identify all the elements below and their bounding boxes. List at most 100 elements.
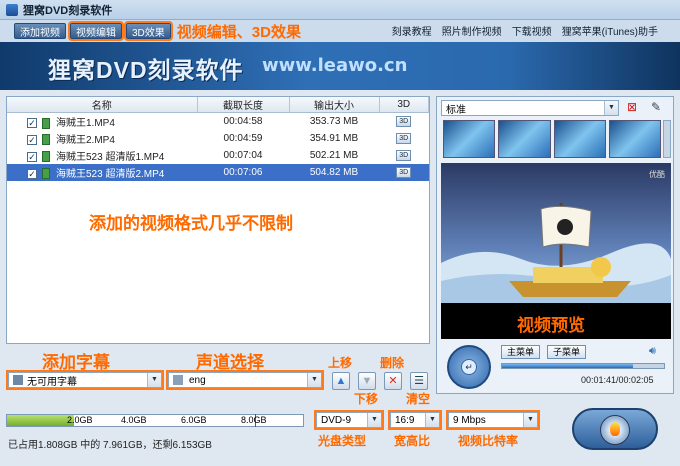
- checkbox[interactable]: ✓: [27, 118, 37, 129]
- menu-thumbnail[interactable]: [498, 120, 551, 158]
- bitrate-select[interactable]: 9 Mbps ▼: [446, 410, 540, 430]
- disc-type-select[interactable]: DVD-9 ▼: [314, 410, 384, 430]
- sub-menu-button[interactable]: 子菜单: [547, 345, 587, 359]
- video-edit-button[interactable]: 视频编辑: [68, 21, 124, 41]
- 3d-effect-button[interactable]: 3D效果: [124, 21, 173, 41]
- cell-duration: 00:07:04: [223, 149, 263, 161]
- move-up-button[interactable]: ▲: [332, 372, 350, 390]
- seek-progress: [502, 364, 634, 368]
- file-list-panel: 名称 截取长度 输出大小 3D ✓ 海贼王1.MP4 00:04:58 353.73 …: [6, 96, 430, 344]
- 3d-toggle-icon[interactable]: 3D: [396, 133, 412, 144]
- file-icon: [42, 151, 50, 163]
- cell-duration: 00:04:59: [223, 132, 263, 144]
- banner: 狸窝DVD刻录软件 www.leawo.cn: [0, 42, 680, 90]
- file-icon: [42, 117, 50, 129]
- thumbnail-scrollbar[interactable]: [663, 120, 671, 158]
- cell-duration: 00:07:06: [197, 163, 289, 181]
- clear-label: 清空: [406, 392, 431, 406]
- cell-size: 354.91 MB: [309, 132, 359, 144]
- disk-tick: 6.0GB: [181, 415, 207, 425]
- col-duration[interactable]: 截取长度: [197, 97, 290, 113]
- file-table: 名称 截取长度 输出大小 3D ✓ 海贼王1.MP4 00:04:58 353.73 …: [7, 97, 429, 181]
- link-photo-video[interactable]: 照片制作视频: [442, 23, 502, 38]
- 3d-toggle-icon[interactable]: 3D: [396, 116, 412, 128]
- file-name: 海贼王523 超清版2.MP4: [56, 168, 165, 180]
- audio-select[interactable]: eng ▼: [166, 370, 324, 390]
- burn-button[interactable]: [572, 408, 658, 450]
- chevron-down-icon: ▼: [523, 413, 537, 427]
- chevron-down-icon: ▼: [147, 373, 161, 387]
- cell-3d: 3D: [379, 113, 429, 130]
- delete-template-icon[interactable]: ⊠: [627, 100, 637, 114]
- menu-thumbnail[interactable]: [443, 120, 496, 158]
- subtitle-icon: [13, 375, 23, 385]
- cell-name: ✓ 海贼王523 超清版2.MP4: [7, 163, 197, 181]
- move-up-label: 上移: [328, 356, 353, 370]
- disk-usage-fill: [7, 415, 75, 426]
- file-icon: [42, 168, 50, 180]
- checkbox[interactable]: ✓: [27, 134, 37, 145]
- menu-thumbnails: [443, 120, 661, 158]
- volume-icon[interactable]: 🔊︎: [649, 345, 656, 358]
- add-video-button[interactable]: 添加视频: [14, 23, 66, 39]
- preview-panel: 标准 ▼ ⊠ ✎ 优酷 视频预览 ↵ 主菜单 子菜单 🔊︎ 00:01:41/0…: [436, 96, 674, 394]
- bitrate-label: 视频比特率: [458, 434, 519, 448]
- audio-icon: [173, 375, 183, 385]
- main-menu-button[interactable]: 主菜单: [501, 345, 541, 359]
- cell-size: 504.82 MB: [289, 163, 379, 181]
- toolbar-annotation: 视频编辑、3D效果: [176, 23, 301, 41]
- cell-size: 353.73 MB: [309, 115, 359, 127]
- file-name: 海贼王2.MP4: [56, 134, 115, 146]
- flame-icon: [610, 422, 620, 436]
- clear-button[interactable]: ☰: [410, 372, 428, 390]
- title-bar: 狸窝DVD刻录软件: [0, 0, 680, 20]
- template-select[interactable]: 标准 ▼: [441, 100, 619, 116]
- enter-icon[interactable]: ↵: [461, 359, 477, 375]
- checkbox[interactable]: ✓: [27, 168, 37, 179]
- edit-template-icon[interactable]: ✎: [651, 100, 661, 114]
- move-down-button[interactable]: ▼: [358, 372, 376, 390]
- cell-3d: 3D: [379, 130, 429, 147]
- delete-button[interactable]: ✕: [384, 372, 402, 390]
- disc-type-value: DVD-9: [321, 414, 352, 426]
- subtitle-annotation: 添加字幕: [42, 353, 110, 372]
- 3d-toggle-icon[interactable]: 3D: [396, 167, 412, 178]
- cell-3d: 3D: [379, 147, 429, 164]
- video-preview[interactable]: 优酷 视频预览: [441, 163, 671, 339]
- checkbox[interactable]: ✓: [27, 151, 37, 162]
- disk-tick: 2.0GB: [67, 415, 93, 425]
- cell-name: ✓ 海贼王1.MP4: [7, 113, 197, 130]
- bitrate-value: 9 Mbps: [453, 414, 486, 426]
- template-value: 标准: [446, 104, 466, 116]
- col-size[interactable]: 输出大小: [289, 97, 380, 113]
- navigation-pad[interactable]: ↵: [447, 345, 491, 389]
- file-icon: [42, 134, 50, 146]
- seek-bar[interactable]: [501, 363, 665, 369]
- menu-thumbnail[interactable]: [553, 120, 606, 158]
- table-row[interactable]: ✓ 海贼王523 超清版2.MP4 00:07:06 504.82 MB 3D: [7, 163, 429, 181]
- subtitle-select[interactable]: 无可用字幕 ▼: [6, 370, 164, 390]
- disk-tick: 4.0GB: [121, 415, 147, 425]
- aspect-ratio-select[interactable]: 16:9 ▼: [388, 410, 442, 430]
- subtitle-value: 无可用字幕: [27, 376, 77, 388]
- cell-name: ✓ 海贼王523 超清版1.MP4: [7, 147, 197, 164]
- disk-tick: 8.0GB: [241, 415, 267, 425]
- link-burn-tutorial[interactable]: 刻录教程: [392, 23, 432, 38]
- col-name[interactable]: 名称: [7, 97, 198, 113]
- 3d-toggle-icon[interactable]: 3D: [396, 150, 412, 161]
- table-row[interactable]: ✓ 海贼王1.MP4 00:04:58 353.73 MB 3D: [7, 113, 429, 130]
- table-row[interactable]: ✓ 海贼王2.MP4 00:04:59 354.91 MB 3D: [7, 130, 429, 147]
- chevron-down-icon: ▼: [425, 413, 439, 427]
- link-download-video[interactable]: 下载视频: [512, 23, 552, 38]
- chevron-down-icon: ▼: [367, 413, 381, 427]
- col-3d[interactable]: 3D: [379, 97, 429, 113]
- table-row[interactable]: ✓ 海贼王523 超清版1.MP4 00:07:04 502.21 MB 3D: [7, 147, 429, 164]
- menu-thumbnail[interactable]: [608, 120, 661, 158]
- cell-duration: 00:04:58: [223, 115, 263, 127]
- disk-usage-bar: 2.0GB 4.0GB 6.0GB 8.0GB: [6, 414, 304, 427]
- chevron-down-icon: ▼: [307, 373, 321, 387]
- file-name: 海贼王1.MP4: [56, 117, 115, 129]
- player-controls: ↵ 主菜单 子菜单 🔊︎ 00:01:41/00:02:05: [437, 341, 675, 395]
- link-itunes-helper[interactable]: 狸窝苹果(iTunes)助手: [562, 23, 658, 38]
- time-display: 00:01:41/00:02:05: [581, 375, 654, 385]
